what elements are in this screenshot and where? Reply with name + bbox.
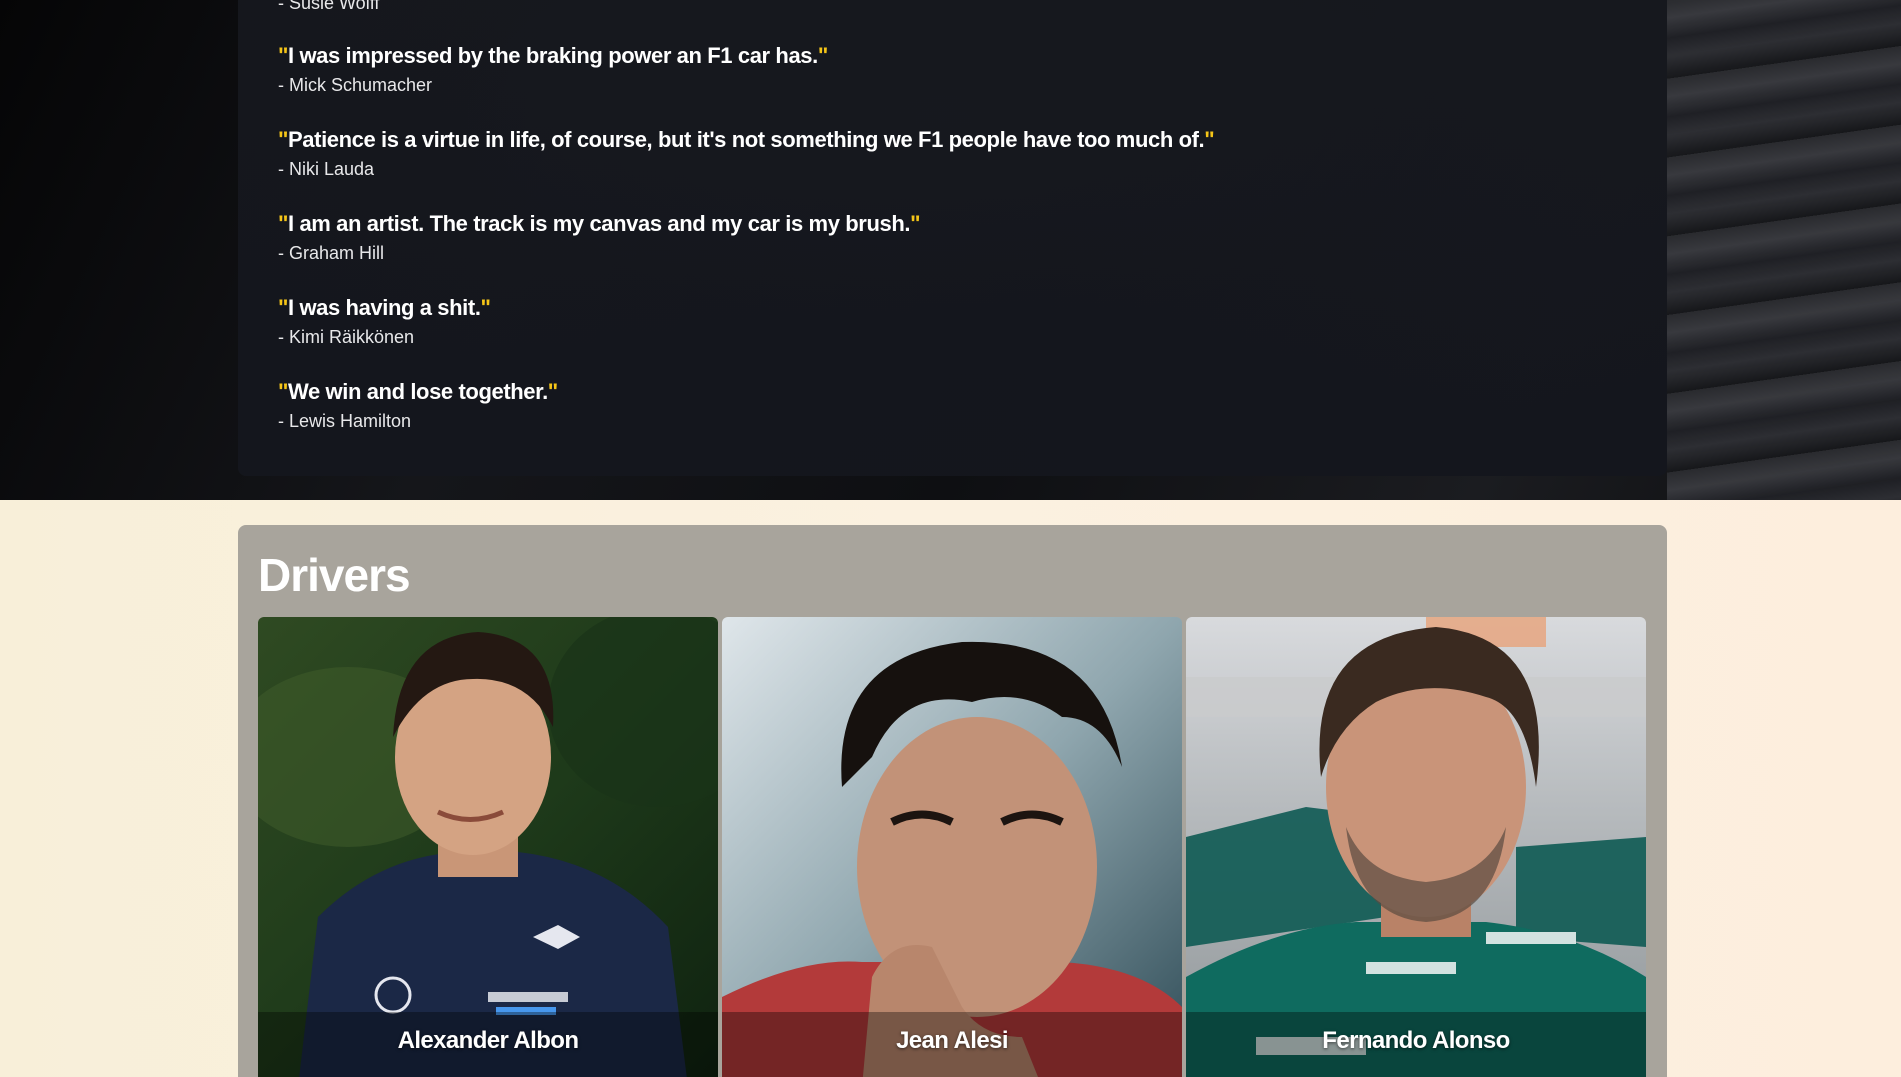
open-quote-mark: ": [278, 379, 289, 404]
driver-card-alesi[interactable]: Jean Alesi: [722, 617, 1182, 1077]
quote-text: "I was having a shit.": [278, 294, 491, 322]
driver-card-albon[interactable]: Alexander Albon: [258, 617, 718, 1077]
quote-author: - Susie Wolff: [278, 0, 380, 13]
quote-text: "Patience is a virtue in life, of course…: [278, 126, 1215, 154]
quote-item: "I was impressed by the braking power an…: [278, 42, 828, 96]
quote-author: - Mick Schumacher: [278, 75, 433, 95]
open-quote-mark: ": [278, 295, 289, 320]
open-quote-mark: ": [278, 43, 289, 68]
close-quote-mark: ": [817, 43, 828, 68]
close-quote-mark: ": [910, 211, 921, 236]
quotes-panel: - Susie Wolff "I was impressed by the br…: [238, 0, 1667, 476]
driver-name-bar: Jean Alesi: [722, 1012, 1182, 1077]
open-quote-mark: ": [278, 127, 289, 152]
driver-name: Alexander Albon: [397, 1027, 579, 1054]
driver-name-bar: Fernando Alonso: [1186, 1012, 1646, 1077]
quote-author: - Graham Hill: [278, 243, 385, 263]
quote-body: I was impressed by the braking power an …: [288, 43, 818, 68]
close-quote-mark: ": [1204, 127, 1215, 152]
quote-author: - Kimi Räikkönen: [278, 327, 415, 347]
quote-body: I am an artist. The track is my canvas a…: [288, 211, 911, 236]
quote-item: "I am an artist. The track is my canvas …: [278, 210, 921, 264]
driver-photo-albon: [258, 617, 718, 1077]
drivers-panel: Drivers Alexander Albon Jean Alesi Ferna…: [238, 525, 1667, 1077]
quote-text: "I was impressed by the braking power an…: [278, 42, 828, 70]
quote-body: Patience is a virtue in life, of course,…: [288, 127, 1205, 152]
quote-body: I was having a shit.: [288, 295, 481, 320]
quote-text: "We win and lose together.": [278, 378, 558, 406]
quote-author: - Lewis Hamilton: [278, 411, 412, 431]
close-quote-mark: ": [547, 379, 558, 404]
driver-photo-alonso: [1186, 617, 1646, 1077]
background-texture: [1667, 0, 1901, 500]
drivers-heading: Drivers: [258, 549, 411, 601]
quote-author: - Niki Lauda: [278, 159, 375, 179]
driver-photo-alesi: [722, 617, 1182, 1077]
quote-item: - Susie Wolff: [278, 0, 379, 14]
driver-name-bar: Alexander Albon: [258, 1012, 718, 1077]
open-quote-mark: ": [278, 211, 289, 236]
close-quote-mark: ": [480, 295, 491, 320]
drivers-section: Drivers Alexander Albon Jean Alesi Ferna…: [0, 500, 1901, 1077]
quote-item: "Patience is a virtue in life, of course…: [278, 126, 1215, 180]
quote-body: We win and lose together.: [288, 379, 548, 404]
quotes-section: - Susie Wolff "I was impressed by the br…: [0, 0, 1901, 500]
quote-item: "I was having a shit." - Kimi Räikkönen: [278, 294, 491, 348]
driver-name: Jean Alesi: [896, 1027, 1008, 1054]
quote-text: "I am an artist. The track is my canvas …: [278, 210, 921, 238]
driver-card-alonso[interactable]: Fernando Alonso: [1186, 617, 1646, 1077]
quote-item: "We win and lose together." - Lewis Hami…: [278, 378, 558, 432]
driver-name: Fernando Alonso: [1322, 1027, 1510, 1054]
